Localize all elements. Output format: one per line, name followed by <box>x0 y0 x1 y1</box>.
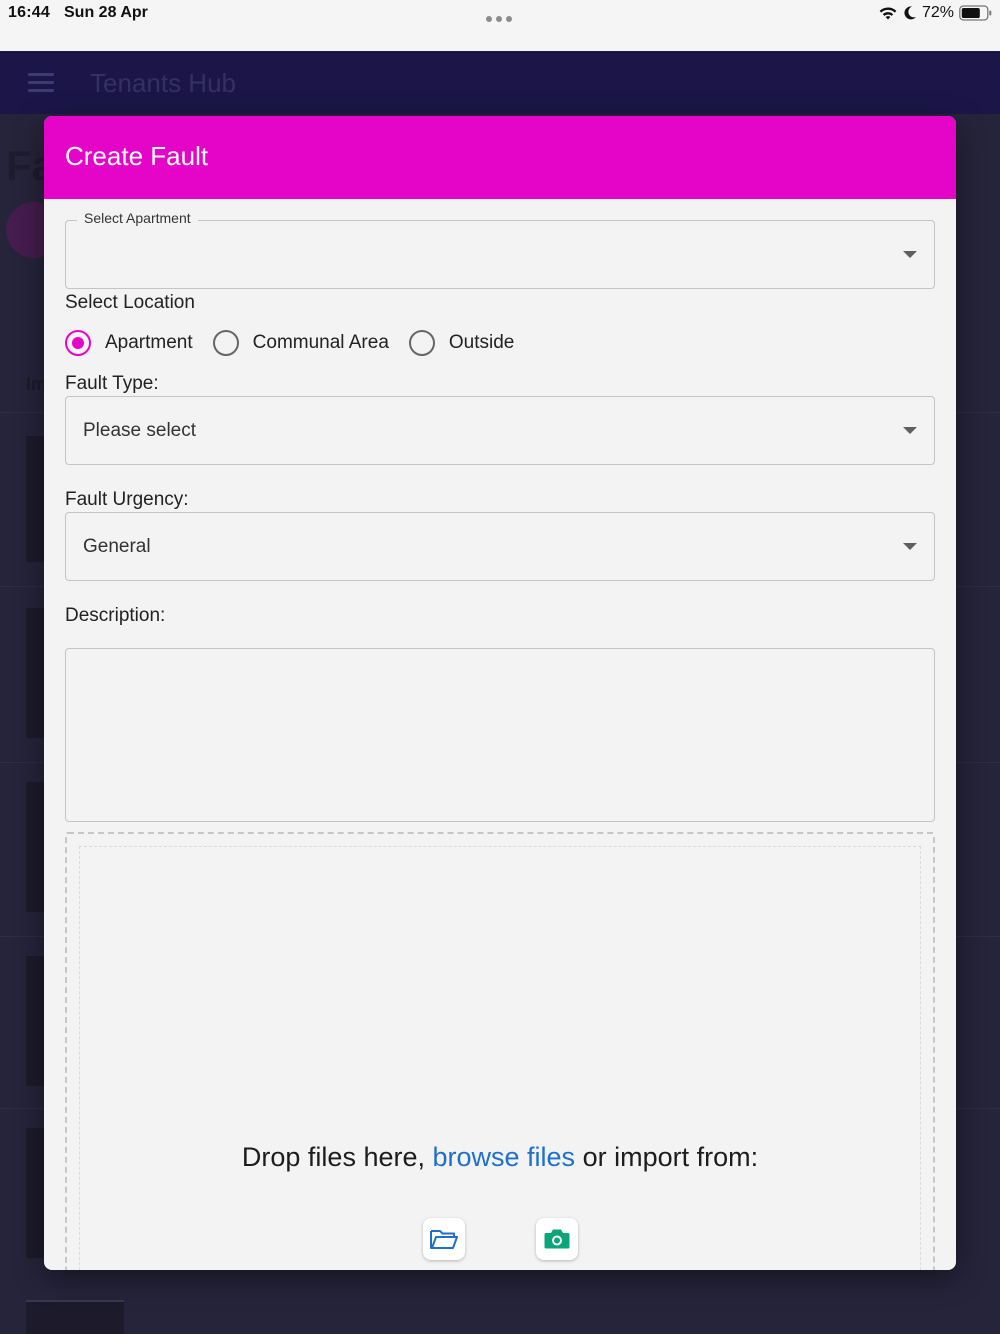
multitasking-dots-icon[interactable] <box>486 9 516 22</box>
radio-unchecked-icon <box>408 330 435 356</box>
drop-text-before: Drop files here, <box>241 1142 433 1172</box>
hamburger-menu-icon[interactable] <box>28 73 54 93</box>
background-thumbnail <box>26 1128 44 1258</box>
radio-label: Outside <box>448 332 515 353</box>
chevron-down-icon <box>903 427 917 434</box>
dialog-header: Create Fault <box>44 116 956 199</box>
dialog-title: Create Fault <box>65 141 209 171</box>
radio-unchecked-icon <box>212 330 239 356</box>
fault-type-label: Fault Type: <box>65 373 159 394</box>
file-dropzone[interactable]: Drop files here, browse files or import … <box>65 832 935 1270</box>
wifi-icon <box>879 7 897 20</box>
import-from-camera-button[interactable] <box>536 1218 578 1260</box>
select-apartment-legend: Select Apartment <box>77 210 198 226</box>
folder-icon <box>430 1230 458 1249</box>
location-radio-group: Apartment Communal Area Outside <box>65 328 534 358</box>
radio-apartment[interactable]: Apartment <box>65 330 193 356</box>
browse-files-link[interactable]: browse files <box>433 1142 576 1172</box>
fault-type-dropdown[interactable]: Please select <box>65 396 935 465</box>
status-date: Sun 28 Apr <box>64 4 148 21</box>
fault-urgency-value: General <box>83 536 151 557</box>
fault-urgency-label: Fault Urgency: <box>65 489 189 510</box>
app-title: Tenants Hub <box>90 68 236 98</box>
fault-urgency-dropdown[interactable]: General <box>65 512 935 581</box>
chevron-down-icon <box>903 543 917 550</box>
battery-icon <box>959 5 992 21</box>
radio-label: Communal Area <box>252 332 389 353</box>
drop-text-after: or import from: <box>575 1142 759 1172</box>
status-bar: 16:44 Sun 28 Apr 72% <box>0 0 1000 51</box>
status-time: 16:44 <box>8 4 50 21</box>
background-thumbnail <box>26 608 44 738</box>
radio-checked-icon <box>65 330 91 356</box>
battery-percent: 72% <box>922 4 955 21</box>
select-apartment-dropdown[interactable]: Select Apartment <box>65 210 935 289</box>
background-thumbnail <box>26 956 44 1086</box>
app-header: Tenants Hub <box>0 51 1000 114</box>
import-from-device-button[interactable] <box>423 1218 465 1260</box>
background-thumbnail <box>26 782 44 912</box>
radio-communal-area[interactable]: Communal Area <box>212 330 389 356</box>
chevron-down-icon <box>903 251 917 258</box>
description-textarea[interactable] <box>65 648 935 822</box>
camera-icon <box>544 1229 570 1249</box>
radio-label: Apartment <box>105 332 193 353</box>
fault-type-value: Please select <box>83 420 197 441</box>
create-fault-dialog: Create Fault Select Apartment Select Loc… <box>44 116 956 1270</box>
background-thumbnail <box>26 1300 124 1334</box>
select-location-label: Select Location <box>65 292 195 313</box>
description-label: Description: <box>65 605 166 626</box>
radio-outside[interactable]: Outside <box>408 330 515 356</box>
background-thumbnail <box>26 436 44 562</box>
dropzone-instructions: Drop files here, browse files or import … <box>67 1142 933 1173</box>
do-not-disturb-icon <box>904 6 916 20</box>
dropzone-inner-border <box>79 846 921 1270</box>
